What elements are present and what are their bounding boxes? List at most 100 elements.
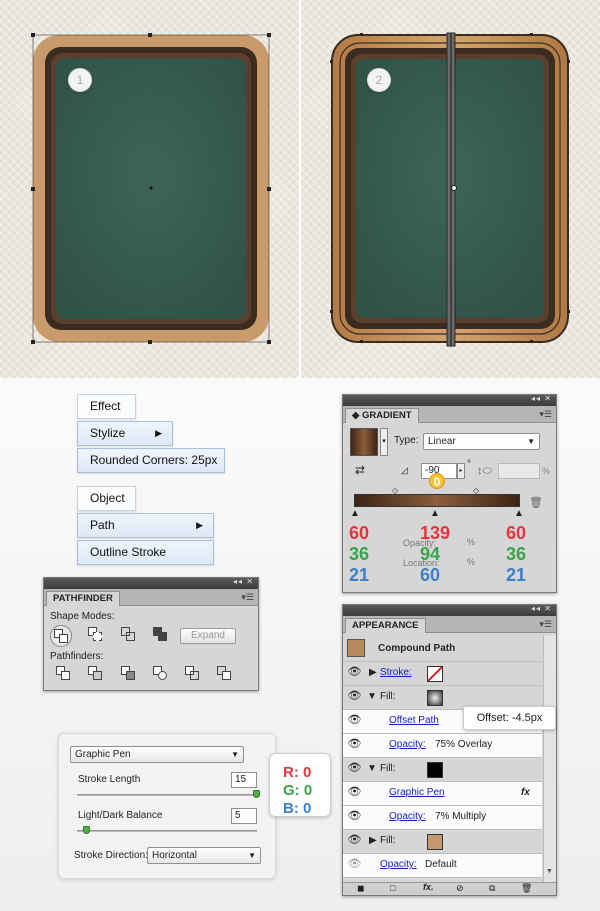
scroll-down-icon[interactable]: ▼	[546, 868, 553, 875]
menu-stylize[interactable]: Stylize ▶	[77, 421, 173, 446]
midpoint-icon[interactable]: ◇	[473, 486, 479, 495]
stroke-length-slider[interactable]	[77, 794, 257, 796]
panel-titlebar[interactable]: ◂◂ ✕	[44, 577, 258, 589]
stroke-label[interactable]: Stroke:	[380, 667, 412, 678]
clear-appearance-icon[interactable]: ⊘	[456, 883, 464, 894]
panel-menu-icon[interactable]: ▾☰	[241, 592, 254, 603]
tab-appearance[interactable]: APPEARANCE	[345, 618, 426, 633]
crop-icon[interactable]	[153, 666, 169, 682]
graphic-pen-link[interactable]: Graphic Pen	[389, 787, 445, 798]
fx-menu-icon[interactable]: fx.	[423, 882, 434, 892]
eye-icon[interactable]: 👁	[347, 785, 362, 800]
color-stop-icon[interactable]: ▲	[430, 508, 440, 519]
opacity-value: Default	[425, 859, 457, 870]
minus-front-icon[interactable]	[88, 627, 104, 643]
opacity-link[interactable]: Opacity:	[389, 811, 426, 822]
menu-outline-stroke[interactable]: Outline Stroke	[77, 540, 214, 565]
color-stop-icon[interactable]: ▲	[514, 508, 524, 519]
row-fill-2[interactable]: 👁 ▼ Fill:	[343, 758, 542, 782]
menu-path[interactable]: Path ▶	[77, 513, 214, 538]
collapse-icon[interactable]: ◂◂ ✕	[531, 394, 552, 403]
balance-slider[interactable]	[77, 830, 257, 832]
minus-back-icon[interactable]	[217, 666, 233, 682]
stop1-g: 36	[349, 544, 370, 564]
row-fill-3[interactable]: 👁 ▶ Fill:	[343, 830, 542, 854]
eye-icon[interactable]: 👁	[347, 761, 362, 776]
fill-swatch-tan[interactable]	[427, 834, 443, 850]
chevron-down-icon: ▼	[248, 851, 256, 860]
row-graphic-pen[interactable]: 👁 Graphic Pen fx	[343, 782, 542, 806]
divide-icon[interactable]	[56, 666, 72, 682]
exclude-icon[interactable]	[153, 627, 169, 643]
eye-icon[interactable]: 👁	[347, 689, 362, 704]
panel-menu-icon[interactable]: ▾☰	[539, 409, 552, 420]
color-stop-icon[interactable]: ▲	[350, 508, 360, 519]
collapse-icon[interactable]: ◂◂ ✕	[233, 577, 254, 586]
offset-path-link[interactable]: Offset Path	[389, 715, 439, 726]
opacity-link[interactable]: Opacity:	[389, 739, 426, 750]
aspect-field[interactable]	[498, 463, 540, 479]
step-marker-badge: 0	[429, 473, 445, 489]
midpoint-icon[interactable]: ◇	[392, 486, 398, 495]
scrollbar[interactable]: ▼	[543, 635, 556, 885]
type-select[interactable]: Linear ▼	[423, 433, 540, 450]
tab-gradient[interactable]: ◆ GRADIENT	[345, 408, 419, 423]
expand-button[interactable]: Expand	[180, 628, 236, 644]
menu-rounded-corners[interactable]: Rounded Corners: 25px	[77, 448, 225, 473]
outline-icon[interactable]	[185, 666, 201, 682]
stroke-length-field[interactable]: 15	[231, 772, 257, 788]
eye-icon[interactable]: 👁	[347, 713, 362, 728]
opacity-value: 7% Multiply	[435, 811, 487, 822]
eye-icon[interactable]: 👁	[347, 737, 362, 752]
row-stroke[interactable]: 👁 ▶ Stroke:	[343, 662, 542, 686]
panel-titlebar[interactable]: ◂◂ ✕	[343, 604, 556, 616]
row-opacity-1[interactable]: 👁 Opacity: 75% Overlay	[343, 734, 542, 758]
duplicate-icon[interactable]: ⧉	[489, 883, 495, 894]
delete-icon[interactable]: 🗑	[521, 883, 532, 894]
direction-select[interactable]: Horizontal ▼	[147, 847, 261, 864]
trim-icon[interactable]	[88, 666, 104, 682]
row-opacity-default[interactable]: 👁 Opacity: Default	[343, 854, 542, 878]
menu-effect[interactable]: Effect	[77, 394, 136, 419]
fill-label: Fill:	[380, 763, 396, 774]
filter-select[interactable]: Graphic Pen ▼	[70, 746, 244, 763]
gradient-swatch[interactable]	[350, 428, 378, 456]
collapse-arrow-icon[interactable]: ▼	[367, 763, 377, 774]
stroke-swatch[interactable]	[427, 666, 443, 682]
eye-icon[interactable]: 👁	[347, 857, 362, 872]
swatch-menu-icon[interactable]: ▾	[380, 428, 388, 456]
tab-pathfinder[interactable]: PATHFINDER	[46, 591, 120, 606]
fill-label: Fill:	[380, 835, 396, 846]
collapse-icon[interactable]: ◂◂ ✕	[531, 604, 552, 613]
angle-dropdown-icon[interactable]: ▸	[457, 463, 465, 479]
panel-menu-icon[interactable]: ▾☰	[539, 619, 552, 630]
eye-icon[interactable]: 👁	[347, 809, 362, 824]
stroke-length-knob[interactable]	[253, 790, 260, 798]
intersect-icon[interactable]	[121, 627, 137, 643]
collapse-arrow-icon[interactable]: ▼	[367, 691, 377, 702]
gradient-ramp[interactable]	[354, 494, 520, 507]
step-badge-1: 1	[68, 68, 92, 92]
reverse-gradient-icon[interactable]: ⇄	[355, 463, 365, 477]
panel-titlebar[interactable]: ◂◂ ✕	[343, 394, 556, 406]
expand-arrow-icon[interactable]: ▶	[369, 667, 377, 678]
opacity-link[interactable]: Opacity:	[380, 859, 417, 870]
eye-icon[interactable]: 👁	[347, 833, 362, 848]
graphic-pen-panel: Graphic Pen ▼ Stroke Length 15 Light/Dark…	[58, 733, 276, 879]
new-layer-icon[interactable]: ◼	[357, 883, 364, 894]
add-stroke-icon[interactable]: □	[390, 883, 395, 893]
delete-stop-icon[interactable]: 🗑	[529, 496, 543, 509]
merge-icon[interactable]	[121, 666, 137, 682]
fill-swatch-black[interactable]	[427, 762, 443, 778]
opacity-value: 75% Overlay	[435, 739, 493, 750]
unite-icon[interactable]	[54, 629, 70, 645]
fx-icon: fx	[521, 787, 530, 798]
pathfinders-label: Pathfinders:	[50, 651, 104, 662]
menu-object[interactable]: Object	[77, 486, 136, 511]
balance-field[interactable]: 5	[231, 808, 257, 824]
row-opacity-2[interactable]: 👁 Opacity: 7% Multiply	[343, 806, 542, 830]
expand-arrow-icon[interactable]: ▶	[369, 835, 377, 846]
balance-knob[interactable]	[83, 826, 90, 834]
fill-swatch-gradient[interactable]	[427, 690, 443, 706]
eye-icon[interactable]: 👁	[347, 665, 362, 680]
